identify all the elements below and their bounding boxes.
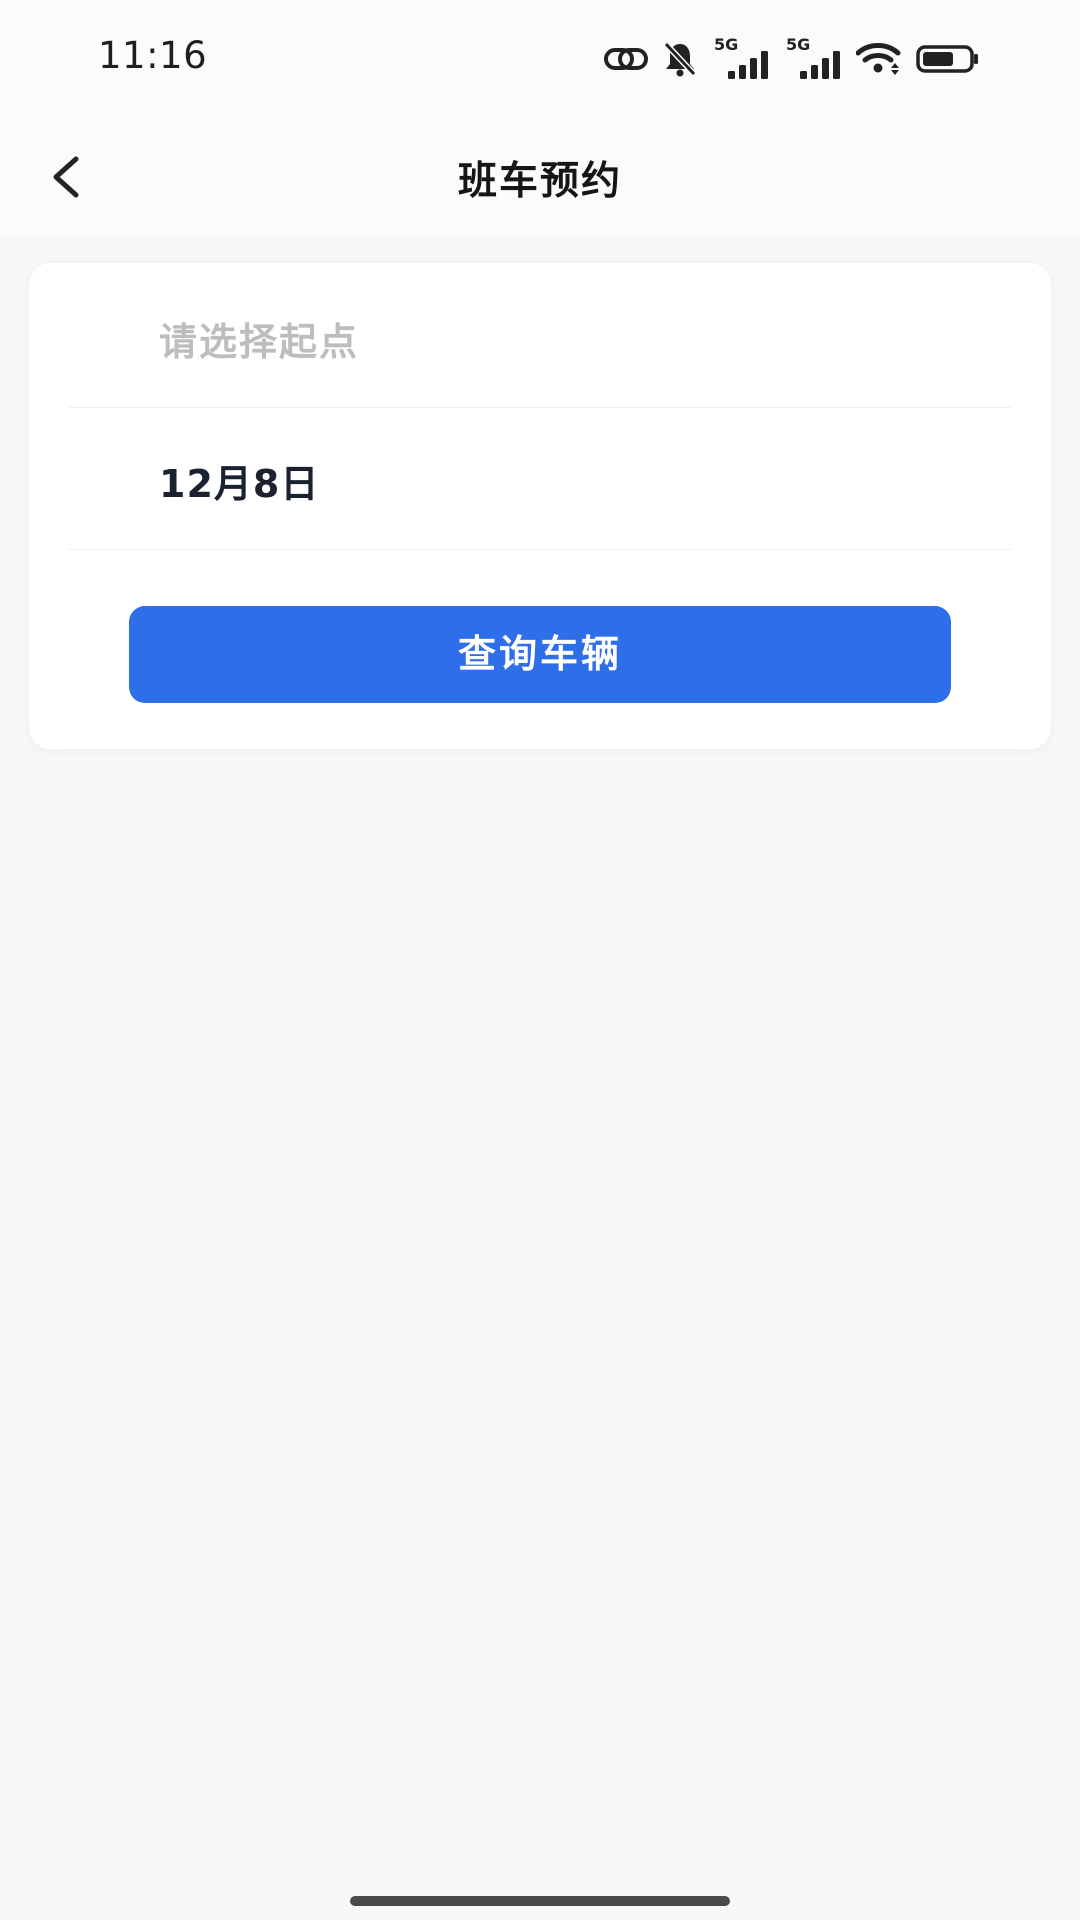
page-title: 班车预约 <box>457 159 622 204</box>
query-vehicles-button[interactable]: 查询车辆 <box>129 606 951 703</box>
navigation-bar: 班车预约 <box>0 120 1080 238</box>
date-select-field[interactable]: 12月8日 <box>69 409 1011 550</box>
date-value: 12月8日 <box>159 462 320 506</box>
signal-icon: 5G <box>784 35 842 79</box>
home-indicator[interactable] <box>350 1896 730 1906</box>
status-bar: 11:16 5G 5G <box>0 0 1080 120</box>
wifi-icon <box>856 42 902 76</box>
battery-icon <box>916 44 980 74</box>
origin-select-field[interactable]: 请选择起点 <box>69 267 1011 408</box>
status-icons: 5G 5G <box>604 35 980 80</box>
link-icon <box>604 44 648 74</box>
booking-form-card: 请选择起点 12月8日 查询车辆 <box>29 263 1051 749</box>
status-time: 11:16 <box>98 34 208 77</box>
signal-icon: 5G <box>712 35 770 79</box>
origin-placeholder: 请选择起点 <box>159 320 360 364</box>
bell-muted-icon <box>662 40 698 78</box>
